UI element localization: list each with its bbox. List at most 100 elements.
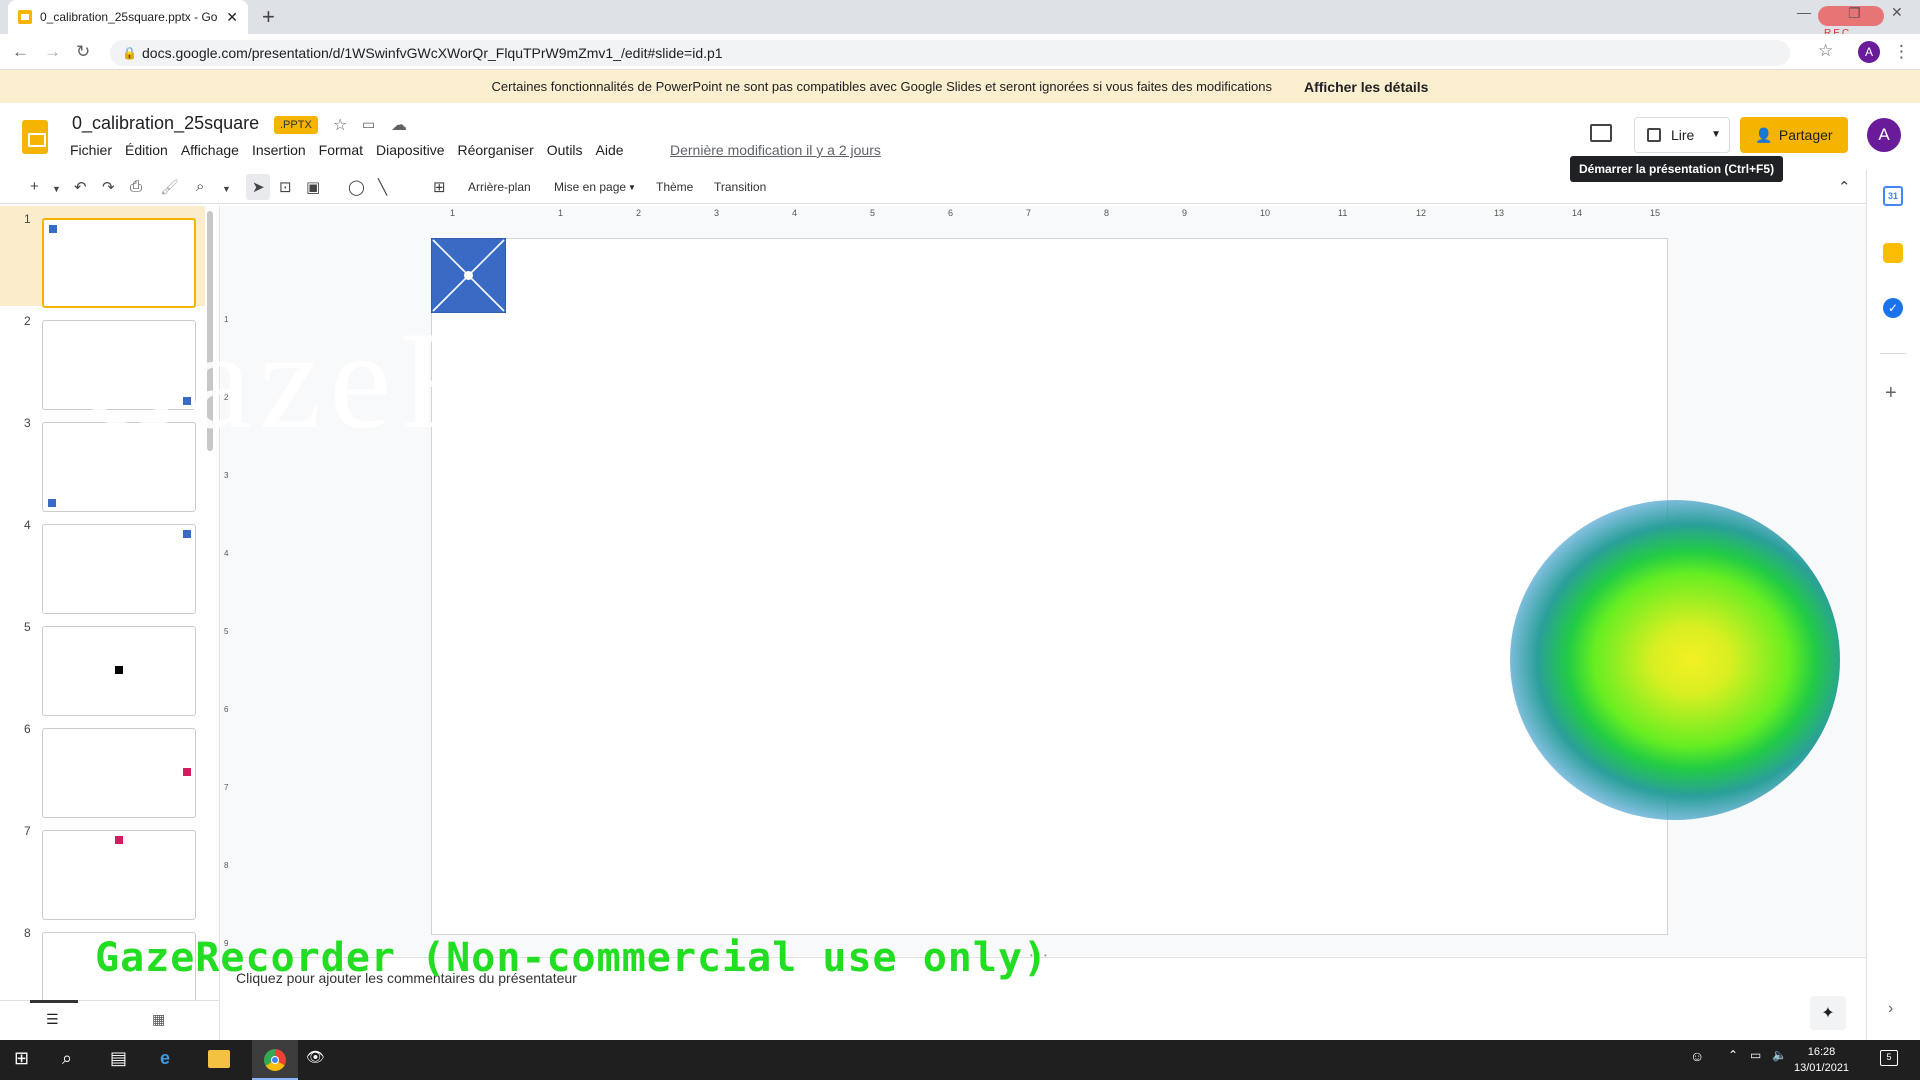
tasks-icon[interactable]: ✓ bbox=[1883, 298, 1903, 318]
thumbnail-marker bbox=[183, 768, 191, 776]
reload-icon[interactable]: ↻ bbox=[76, 42, 90, 62]
expand-side-panel-icon[interactable]: › bbox=[1888, 1000, 1893, 1018]
cloud-status-icon[interactable]: ☁ bbox=[391, 115, 407, 135]
redo-icon[interactable]: ↷ bbox=[102, 178, 115, 196]
ruler-tick-label: 6 bbox=[224, 705, 229, 714]
keep-icon[interactable] bbox=[1883, 243, 1903, 263]
people-icon[interactable]: ☺ bbox=[1690, 1048, 1704, 1064]
gaze-heatmap-blob bbox=[1510, 500, 1840, 820]
menu-edition[interactable]: Édition bbox=[125, 142, 168, 158]
move-folder-icon[interactable]: ▭ bbox=[362, 116, 375, 133]
network-icon[interactable]: ▭ bbox=[1750, 1048, 1761, 1062]
minimize-icon[interactable]: — bbox=[1797, 4, 1811, 20]
document-title[interactable]: 0_calibration_25square bbox=[72, 113, 259, 134]
transition-button[interactable]: Transition bbox=[714, 180, 766, 194]
layout-button[interactable]: Mise en page bbox=[554, 180, 626, 194]
menu-insertion[interactable]: Insertion bbox=[252, 142, 306, 158]
menu-aide[interactable]: Aide bbox=[596, 142, 624, 158]
thumbnail-marker bbox=[115, 836, 123, 844]
share-button[interactable]: 👤 Partager bbox=[1740, 117, 1848, 153]
slide-thumbnail[interactable] bbox=[42, 728, 196, 818]
lock-icon[interactable]: 🔒 bbox=[122, 46, 137, 60]
url-input[interactable]: docs.google.com/presentation/d/1WSwinfvG… bbox=[110, 40, 1790, 66]
clock-time: 16:28 bbox=[1807, 1046, 1836, 1058]
thumbnail-marker bbox=[48, 499, 56, 507]
zoom-dropdown-icon[interactable]: ▼ bbox=[222, 184, 231, 194]
compatibility-notice: Certaines fonctionnalités de PowerPoint … bbox=[0, 70, 1920, 103]
filmstrip-scrollbar[interactable] bbox=[207, 211, 213, 451]
search-icon[interactable]: ⌕ bbox=[62, 1048, 72, 1069]
windows-start-icon[interactable]: ⊞ bbox=[14, 1048, 29, 1069]
browser-menu-icon[interactable]: ⋮ bbox=[1893, 42, 1910, 62]
forward-icon[interactable]: → bbox=[44, 42, 61, 62]
gazerecorder-taskbar-icon[interactable]: 👁 bbox=[306, 1048, 325, 1066]
new-slide-dropdown-icon[interactable]: ▼ bbox=[52, 184, 61, 194]
ruler-tick-label: 14 bbox=[1572, 208, 1583, 218]
last-modified-link[interactable]: Dernière modification il y a 2 jours bbox=[670, 142, 881, 158]
bookmark-star-icon[interactable]: ☆ bbox=[1818, 41, 1833, 61]
paint-format-icon[interactable]: 🖌 bbox=[160, 178, 179, 196]
close-window-icon[interactable]: ✕ bbox=[1891, 4, 1903, 21]
tray-chevron-icon[interactable]: ⌃ bbox=[1728, 1048, 1738, 1062]
image-icon[interactable]: ▣ bbox=[306, 178, 320, 196]
comments-icon[interactable] bbox=[1590, 124, 1612, 142]
menu-diapositive[interactable]: Diapositive bbox=[376, 142, 444, 158]
present-button[interactable]: Lire ▼ bbox=[1634, 117, 1730, 153]
background-button[interactable]: Arrière-plan bbox=[468, 180, 531, 194]
add-addon-icon[interactable]: + bbox=[1885, 382, 1897, 405]
ruler-tick-label: 6 bbox=[948, 208, 954, 218]
menu-fichier[interactable]: Fichier bbox=[70, 142, 112, 158]
back-icon[interactable]: ← bbox=[12, 42, 29, 62]
volume-icon[interactable]: 🔈 bbox=[1772, 1048, 1787, 1062]
system-clock[interactable]: 16:28 13/01/2021 bbox=[1794, 1044, 1849, 1076]
explore-icon[interactable]: ✦ bbox=[1810, 996, 1846, 1030]
collapse-toolbar-icon[interactable]: ⌃ bbox=[1838, 178, 1851, 196]
grid-view-icon[interactable]: ▦ bbox=[152, 1011, 165, 1028]
star-icon[interactable]: ☆ bbox=[333, 115, 347, 135]
slides-logo-icon[interactable] bbox=[22, 120, 48, 154]
menu-reorganiser[interactable]: Réorganiser bbox=[457, 142, 533, 158]
shape-icon[interactable]: ◯ bbox=[348, 178, 365, 196]
slide-filmstrip[interactable]: 1 2 3 4 5 6 7 8 bbox=[0, 206, 220, 1001]
slide-thumbnail[interactable] bbox=[42, 626, 196, 716]
comment-add-icon[interactable]: ⊞ bbox=[433, 178, 446, 196]
task-view-icon[interactable]: ▤ bbox=[110, 1048, 127, 1069]
slide-thumbnail[interactable] bbox=[42, 932, 196, 1001]
new-tab-button[interactable]: + bbox=[262, 4, 275, 30]
print-icon[interactable]: ⎙ bbox=[130, 178, 142, 195]
menu-affichage[interactable]: Affichage bbox=[181, 142, 239, 158]
slide-thumbnail[interactable] bbox=[42, 830, 196, 920]
new-slide-icon[interactable]: + bbox=[30, 178, 39, 195]
menu-format[interactable]: Format bbox=[319, 142, 363, 158]
zoom-icon[interactable]: ⌕ bbox=[196, 178, 204, 195]
undo-icon[interactable]: ↶ bbox=[74, 178, 87, 196]
edge-icon[interactable]: e bbox=[160, 1048, 170, 1069]
file-explorer-icon[interactable] bbox=[208, 1050, 230, 1068]
line-icon[interactable]: ╲ bbox=[378, 178, 387, 196]
calendar-icon[interactable]: 31 bbox=[1883, 186, 1903, 206]
filmstrip-footer bbox=[0, 1000, 220, 1040]
browser-tab[interactable]: 0_calibration_25square.pptx - Go ✕ bbox=[8, 0, 248, 34]
speaker-notes-placeholder[interactable]: Cliquez pour ajouter les commentaires du… bbox=[236, 970, 577, 986]
thumbnail-marker bbox=[183, 530, 191, 538]
slide-thumbnail[interactable] bbox=[42, 524, 196, 614]
restore-icon[interactable]: ❐ bbox=[1848, 5, 1861, 22]
close-tab-icon[interactable]: ✕ bbox=[226, 9, 238, 26]
layout-dropdown-icon[interactable]: ▼ bbox=[628, 183, 636, 192]
filmstrip-view-indicator bbox=[30, 1000, 78, 1003]
text-box-icon[interactable]: ⊡ bbox=[279, 178, 292, 196]
present-dropdown-icon[interactable]: ▼ bbox=[1711, 129, 1721, 140]
notifications-icon[interactable]: 5 bbox=[1880, 1050, 1898, 1066]
ruler-tick-label: 1 bbox=[558, 208, 564, 218]
slide-thumbnail[interactable] bbox=[42, 218, 196, 308]
show-details-link[interactable]: Afficher les détails bbox=[1304, 79, 1429, 95]
calibration-target-square[interactable] bbox=[431, 238, 506, 313]
theme-button[interactable]: Thème bbox=[656, 180, 693, 194]
browser-profile-avatar[interactable]: A bbox=[1858, 41, 1880, 63]
account-avatar[interactable]: A bbox=[1867, 118, 1901, 152]
menu-outils[interactable]: Outils bbox=[547, 142, 583, 158]
filmstrip-view-icon[interactable]: ☰ bbox=[46, 1011, 59, 1028]
slide-thumbnail[interactable] bbox=[42, 320, 196, 410]
current-slide[interactable] bbox=[431, 238, 1668, 935]
slide-thumbnail[interactable] bbox=[42, 422, 196, 512]
